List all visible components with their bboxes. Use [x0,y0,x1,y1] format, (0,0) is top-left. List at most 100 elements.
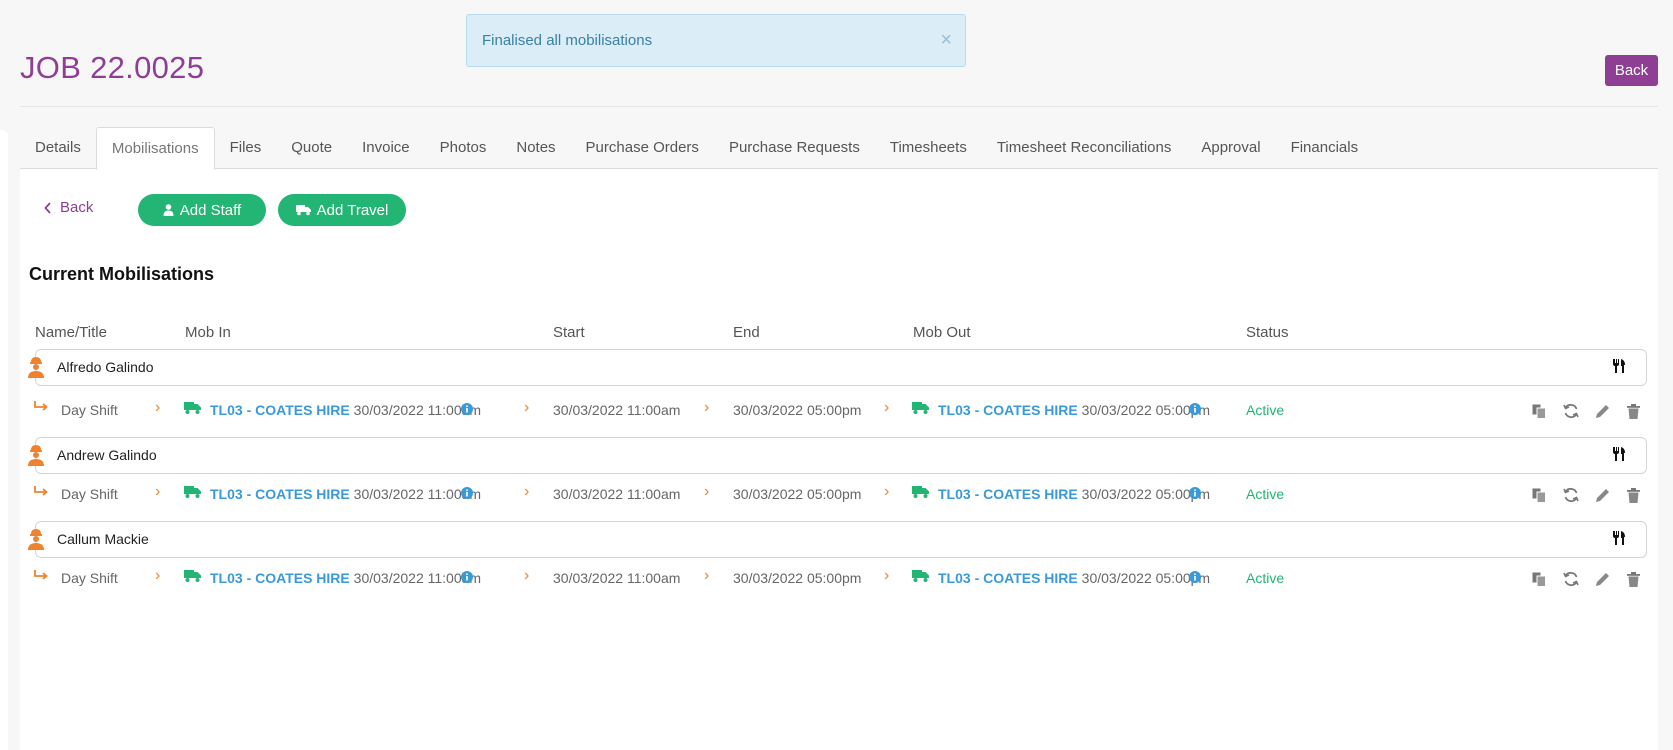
refresh-icon[interactable] [1563,487,1579,503]
chevron-right-icon: › [704,567,710,584]
chevron-right-icon: › [884,399,890,416]
trash-icon[interactable] [1627,404,1640,419]
tab-purchase-requests[interactable]: Purchase Requests [714,127,875,169]
column-header-start: Start [553,324,585,341]
copy-icon[interactable] [1532,572,1546,587]
left-panel-edge [0,130,8,750]
mob-out-cell: TL03 - COATES HIRE 30/03/2022 05:00pm [938,486,1210,502]
chevron-left-icon [44,201,51,214]
person-name: Andrew Galindo [57,447,157,463]
add-staff-button[interactable]: Add Staff [138,194,266,226]
truck-icon [184,486,201,498]
person-row [35,521,1647,558]
back-button[interactable]: Back [1605,55,1658,86]
section-title: Current Mobilisations [29,264,215,284]
close-icon[interactable]: × [940,15,952,66]
add-travel-label: Add Travel [316,201,389,219]
person-row [35,349,1647,386]
truck-icon [912,486,929,498]
user-icon [163,204,174,216]
refresh-icon[interactable] [1563,571,1579,587]
alert-message: Finalised all mobilisations [482,32,653,49]
tab-details[interactable]: Details [20,127,96,169]
mob-out-link[interactable]: TL03 - COATES HIRE [938,402,1078,418]
info-icon[interactable] [1189,571,1201,583]
truck-icon [184,402,201,414]
worker-icon [28,529,44,550]
chevron-right-icon: › [524,399,530,416]
tab-mobilisations[interactable]: Mobilisations [95,127,215,170]
column-header-status: Status [1246,324,1289,341]
tab-approval[interactable]: Approval [1186,127,1275,169]
status-badge: Active [1246,570,1285,586]
tab-purchase-orders[interactable]: Purchase Orders [571,127,714,169]
divider [20,106,1658,107]
pencil-icon[interactable] [1595,404,1610,419]
info-icon[interactable] [461,403,473,415]
add-staff-label: Add Staff [179,201,242,219]
fork-knife-icon[interactable] [1612,359,1626,373]
trash-icon[interactable] [1627,572,1640,587]
chevron-right-icon: › [704,399,710,416]
mob-in-cell: TL03 - COATES HIRE 30/03/2022 11:00am [210,570,481,586]
start-time: 30/03/2022 11:00am [553,570,681,586]
start-time: 30/03/2022 11:00am [553,486,681,502]
info-icon[interactable] [1189,403,1201,415]
info-icon[interactable] [1189,487,1201,499]
info-icon[interactable] [461,571,473,583]
end-time: 30/03/2022 05:00pm [733,486,862,502]
status-badge: Active [1246,402,1285,418]
mob-out-link[interactable]: TL03 - COATES HIRE [938,486,1078,502]
arrow-turn-icon [34,570,48,580]
mob-in-link[interactable]: TL03 - COATES HIRE [210,402,350,418]
mob-out-cell: TL03 - COATES HIRE 30/03/2022 05:00pm [938,570,1210,586]
mob-in-link[interactable]: TL03 - COATES HIRE [210,570,350,586]
truck-icon [912,570,929,582]
chevron-right-icon: › [884,483,890,500]
chevron-right-icon: › [524,567,530,584]
tab-invoice[interactable]: Invoice [347,127,425,169]
column-header-end: End [733,324,760,341]
tab-timesheet-reconciliations[interactable]: Timesheet Reconciliations [982,127,1187,169]
arrow-turn-icon [34,401,48,411]
person-name: Alfredo Galindo [57,359,154,375]
tab-timesheets[interactable]: Timesheets [875,127,982,169]
start-time: 30/03/2022 11:00am [553,402,681,418]
copy-icon[interactable] [1532,488,1546,503]
fork-knife-icon[interactable] [1612,447,1626,461]
chevron-right-icon: › [155,399,161,416]
mob-in-link[interactable]: TL03 - COATES HIRE [210,486,350,502]
tab-notes[interactable]: Notes [501,127,570,169]
refresh-icon[interactable] [1563,403,1579,419]
chevron-right-icon: › [155,567,161,584]
trash-icon[interactable] [1627,488,1640,503]
truck-icon [295,205,311,216]
truck-icon [912,402,929,414]
worker-icon [28,445,44,466]
mob-out-link[interactable]: TL03 - COATES HIRE [938,570,1078,586]
mob-in-cell: TL03 - COATES HIRE 30/03/2022 11:00am [210,486,481,502]
shift-label: Day Shift [61,402,118,418]
chevron-right-icon: › [884,567,890,584]
back-link[interactable]: Back [44,199,93,216]
column-header-mob-in: Mob In [185,324,231,341]
tab-quote[interactable]: Quote [276,127,347,169]
shift-label: Day Shift [61,570,118,586]
column-header-name: Name/Title [35,324,107,341]
fork-knife-icon[interactable] [1612,531,1626,545]
end-time: 30/03/2022 05:00pm [733,570,862,586]
copy-icon[interactable] [1532,404,1546,419]
pencil-icon[interactable] [1595,488,1610,503]
info-icon[interactable] [461,487,473,499]
mob-out-cell: TL03 - COATES HIRE 30/03/2022 05:00pm [938,402,1210,418]
truck-icon [184,570,201,582]
pencil-icon[interactable] [1595,572,1610,587]
person-name: Callum Mackie [57,531,149,547]
tab-financials[interactable]: Financials [1276,127,1374,169]
alert-banner: Finalised all mobilisations × [466,14,966,67]
chevron-right-icon: › [524,483,530,500]
tab-files[interactable]: Files [215,127,277,169]
tab-photos[interactable]: Photos [425,127,502,169]
add-travel-button[interactable]: Add Travel [278,194,406,226]
back-link-label: Back [60,199,94,216]
